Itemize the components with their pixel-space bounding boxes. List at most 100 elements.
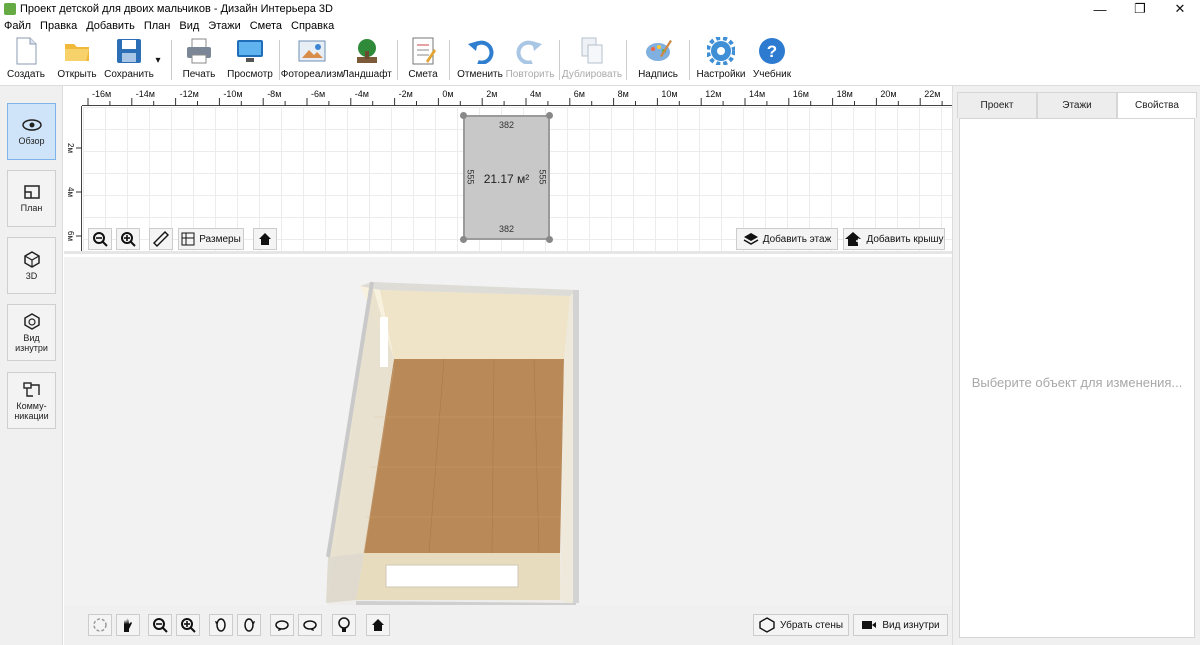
label-button[interactable]: Надпись	[636, 36, 680, 84]
notebook-icon	[408, 36, 438, 66]
resize-handle[interactable]	[546, 112, 553, 119]
ruler-label: 4м	[66, 187, 75, 197]
ruler-icon	[153, 231, 169, 247]
new-file-icon	[11, 36, 41, 66]
add-roof-icon	[845, 232, 862, 246]
ruler-label: 8м	[618, 89, 629, 99]
open-button[interactable]: Открыть	[56, 36, 98, 84]
monitor-icon	[235, 36, 265, 66]
sidebar-item-utilities[interactable]: Комму- никации	[7, 372, 56, 429]
minimize-button[interactable]: —	[1080, 0, 1120, 18]
tutorial-button[interactable]: ? Учебник	[752, 36, 792, 84]
landscape-button[interactable]: Ландшафт	[342, 36, 392, 84]
menu-file[interactable]: Файл	[4, 20, 31, 32]
resize-handle[interactable]	[460, 112, 467, 119]
ruler-label: 16м	[793, 89, 809, 99]
tab-floors[interactable]: Этажи	[1037, 92, 1117, 118]
3d-home-button[interactable]	[366, 614, 390, 636]
add-roof-button[interactable]: Добавить крышу	[843, 228, 945, 250]
menu-floors[interactable]: Этажи	[208, 20, 240, 32]
photo-icon	[297, 36, 327, 66]
photorealism-button[interactable]: Фотореализм	[281, 36, 343, 84]
ruler-label: 2м	[486, 89, 497, 99]
hand-icon	[124, 618, 132, 632]
ruler-label: 22м	[924, 89, 940, 99]
cube-icon	[23, 251, 40, 268]
pan-button[interactable]	[116, 614, 140, 636]
tilt-down-icon	[303, 620, 317, 631]
sidebar-item-plan[interactable]: План	[7, 170, 56, 227]
room-view-icon	[23, 313, 40, 330]
tab-project[interactable]: Проект	[957, 92, 1037, 118]
home-icon	[259, 233, 271, 245]
rotate-right-button[interactable]	[237, 614, 261, 636]
ruler-label: 20м	[880, 89, 896, 99]
palette-icon	[643, 36, 673, 66]
preview-button[interactable]: Просмотр	[227, 36, 273, 84]
rotate-left-icon	[215, 618, 226, 632]
camera-icon	[862, 621, 877, 629]
settings-button[interactable]: Настройки	[696, 36, 746, 84]
menu-add[interactable]: Добавить	[86, 20, 135, 32]
redo-button[interactable]: Повторить	[506, 36, 554, 84]
plan-home-button[interactable]	[253, 228, 277, 250]
ruler-label: -6м	[311, 89, 325, 99]
resize-handle[interactable]	[460, 236, 467, 243]
measure-button[interactable]	[149, 228, 173, 250]
gear-icon	[706, 36, 736, 66]
floppy-icon	[114, 36, 144, 66]
help-icon: ?	[757, 36, 787, 66]
undo-button[interactable]: Отменить	[457, 36, 503, 84]
estimate-button[interactable]: Смета	[405, 36, 441, 84]
pipes-icon	[22, 382, 40, 397]
sidebar-item-inside-view[interactable]: Вид изнутри	[7, 304, 56, 361]
tilt-up-button[interactable]	[270, 614, 294, 636]
room-outline[interactable]: 382 382 555 555 21.17 м²	[460, 112, 553, 243]
add-floor-button[interactable]: Добавить этаж	[736, 228, 838, 250]
sidebar-item-overview[interactable]: Обзор	[7, 103, 56, 160]
menu-edit[interactable]: Правка	[40, 20, 77, 32]
horizontal-ruler: -16м -14м -12м -10м -8м -6м -4м -2м 0м 2м 4м 6м 8м 10…	[82, 86, 952, 106]
ruler-label: 0м	[442, 89, 453, 99]
plan-view[interactable]: -16м -14м -12м -10м -8м -6м -4м -2м 0м 2м 4м 6м 8м 10…	[64, 86, 952, 254]
rotate-360-button[interactable]	[88, 614, 112, 636]
tilt-down-button[interactable]	[298, 614, 322, 636]
add-floor-icon	[743, 233, 759, 245]
window-title: Проект детской для двоих мальчиков - Диз…	[20, 3, 333, 15]
menu-bar: Файл Правка Добавить План Вид Этажи Смет…	[0, 18, 1200, 34]
sidebar-item-3d[interactable]: 3D	[7, 237, 56, 294]
maximize-button[interactable]: ❐	[1120, 0, 1160, 18]
folder-icon	[62, 36, 92, 66]
3d-zoom-in-button[interactable]	[176, 614, 200, 636]
rotate-left-button[interactable]	[209, 614, 233, 636]
tilt-up-icon	[275, 620, 289, 631]
menu-estimate[interactable]: Смета	[250, 20, 282, 32]
duplicate-button[interactable]: Дублировать	[562, 36, 622, 84]
save-button[interactable]: Сохранить	[104, 36, 154, 84]
3d-view[interactable]	[64, 257, 952, 605]
menu-plan[interactable]: План	[144, 20, 171, 32]
dimensions-button[interactable]: Размеры	[178, 228, 244, 250]
svg-text:?: ?	[767, 42, 777, 61]
close-button[interactable]: ✕	[1160, 0, 1200, 18]
remove-walls-button[interactable]: Убрать стены	[753, 614, 849, 636]
room-width-bottom: 382	[498, 224, 515, 234]
light-button[interactable]	[332, 614, 356, 636]
create-button[interactable]: Создать	[6, 36, 46, 84]
ruler-label: 2м	[66, 143, 75, 153]
zoom-in-button[interactable]	[116, 228, 140, 250]
menu-view[interactable]: Вид	[179, 20, 199, 32]
print-button[interactable]: Печать	[180, 36, 218, 84]
rotate-right-icon	[244, 618, 255, 632]
zoom-out-icon	[93, 232, 108, 247]
menu-help[interactable]: Справка	[291, 20, 334, 32]
zoom-out-button[interactable]	[88, 228, 112, 250]
zoom-out-icon	[153, 618, 168, 633]
zoom-in-icon	[121, 232, 136, 247]
printer-icon	[184, 36, 214, 66]
tab-properties[interactable]: Свойства	[1117, 92, 1197, 118]
inside-view-button[interactable]: Вид изнутри	[853, 614, 948, 636]
3d-zoom-out-button[interactable]	[148, 614, 172, 636]
resize-handle[interactable]	[546, 236, 553, 243]
room-width-top: 382	[498, 120, 515, 130]
